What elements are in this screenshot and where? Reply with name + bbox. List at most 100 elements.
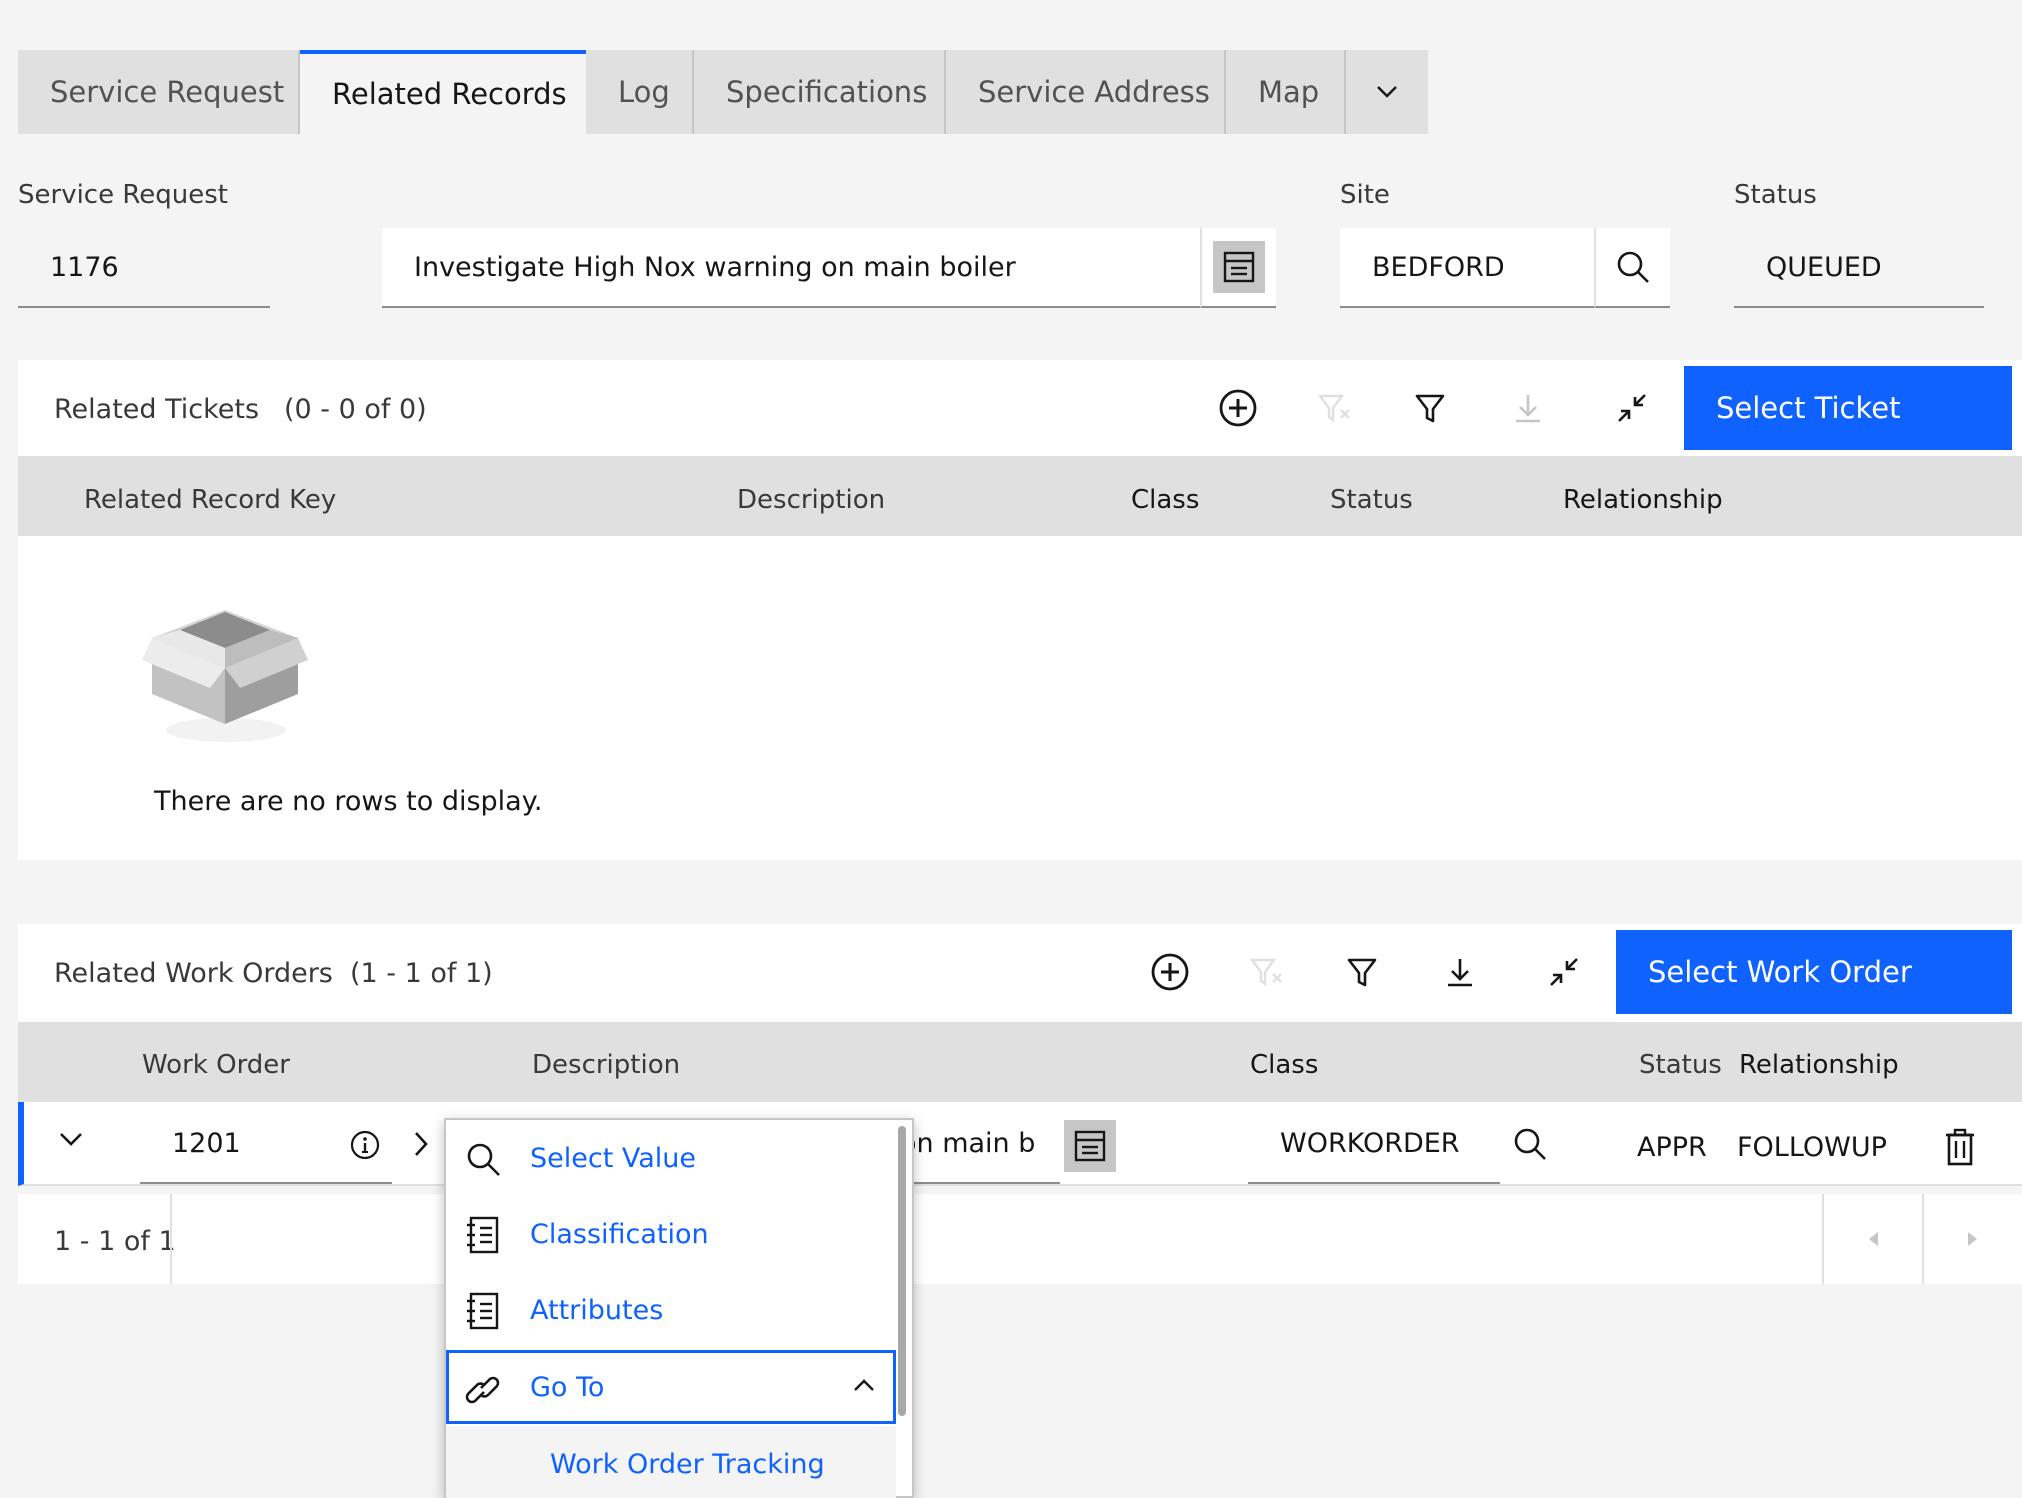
site-value: BEDFORD	[1372, 251, 1505, 283]
search-icon	[467, 1143, 500, 1176]
tab-label: Related Records	[332, 77, 567, 111]
column-work-order[interactable]: Work Order	[142, 1050, 290, 1080]
info-icon	[350, 1130, 380, 1160]
relationship-value: FOLLOWUP	[1737, 1132, 1887, 1163]
related-tickets-title: Related Tickets	[54, 394, 260, 425]
collapse-button[interactable]	[1534, 942, 1594, 1002]
site-search-button[interactable]	[1594, 228, 1670, 308]
submenu-item-work-order-tracking[interactable]: Work Order Tracking	[446, 1426, 896, 1498]
description-cell[interactable]: on main b	[900, 1104, 1060, 1184]
pagination-divider	[170, 1194, 172, 1284]
column-class[interactable]: Class	[1250, 1050, 1318, 1080]
tab-label: Specifications	[726, 75, 928, 109]
clear-filter-button[interactable]	[1304, 378, 1364, 438]
service-request-value: 1176	[50, 251, 119, 283]
previous-page-button[interactable]	[1822, 1194, 1922, 1284]
filter-icon	[1347, 958, 1377, 987]
column-description[interactable]: Description	[737, 485, 885, 515]
status-value: APPR	[1637, 1132, 1707, 1163]
link-icon	[465, 1376, 500, 1404]
description-value: on main b	[900, 1127, 1036, 1159]
description-field[interactable]: Investigate High Nox warning on main boi…	[382, 228, 1200, 308]
column-related-record-key[interactable]: Related Record Key	[84, 485, 336, 515]
menu-item-label: Go To	[530, 1371, 605, 1403]
chevron-up-icon	[854, 1379, 874, 1391]
filter-remove-icon	[1249, 958, 1282, 987]
collapse-button[interactable]	[1602, 378, 1662, 438]
column-class[interactable]: Class	[1131, 485, 1199, 515]
add-ticket-button[interactable]	[1208, 378, 1268, 438]
column-relationship[interactable]: Relationship	[1739, 1050, 1899, 1080]
column-relationship[interactable]: Relationship	[1563, 485, 1723, 515]
tab-service-request[interactable]: Service Request	[18, 50, 300, 134]
menu-item-attributes[interactable]: Attributes	[446, 1272, 896, 1348]
filter-button[interactable]	[1400, 378, 1460, 438]
minimize-icon	[1550, 958, 1578, 986]
clear-filter-button[interactable]	[1236, 942, 1296, 1002]
site-field[interactable]: BEDFORD	[1340, 228, 1594, 308]
tab-log[interactable]: Log	[586, 50, 694, 134]
filter-remove-icon	[1317, 394, 1350, 423]
context-menu: Select Value Classification Attributes G…	[444, 1118, 914, 1498]
download-icon	[1448, 959, 1472, 987]
long-description-button[interactable]	[1200, 228, 1276, 308]
tab-service-address[interactable]: Service Address	[946, 50, 1226, 134]
menu-item-label: Attributes	[530, 1294, 664, 1326]
description-value: Investigate High Nox warning on main boi…	[414, 251, 1016, 283]
menu-item-classification[interactable]: Classification	[446, 1196, 896, 1272]
trash-icon	[1946, 1128, 1974, 1166]
info-button[interactable]	[350, 1130, 380, 1160]
site-label: Site	[1340, 180, 1390, 210]
long-description-button[interactable]	[1064, 1120, 1116, 1172]
column-status[interactable]: Status	[1639, 1050, 1722, 1080]
menu-open-button[interactable]	[412, 1130, 430, 1158]
status-field: QUEUED	[1734, 228, 1984, 308]
pagination-bar	[18, 1194, 2022, 1284]
list-icon	[467, 1292, 499, 1330]
tab-overflow-button[interactable]	[1346, 50, 1428, 134]
add-circle-icon	[1151, 953, 1189, 991]
expand-row-button[interactable]	[58, 1130, 84, 1148]
select-work-order-button[interactable]: Select Work Order	[1616, 930, 2012, 1014]
service-request-label: Service Request	[18, 180, 228, 210]
tab-label: Map	[1258, 75, 1320, 109]
related-work-orders-title: Related Work Orders	[54, 958, 333, 989]
empty-box-icon	[142, 610, 308, 742]
add-work-order-button[interactable]	[1140, 942, 1200, 1002]
tab-related-records[interactable]: Related Records	[300, 50, 586, 134]
chevron-right-icon	[415, 1132, 428, 1156]
class-value: WORKORDER	[1280, 1127, 1460, 1159]
caret-right-icon	[1968, 1232, 1977, 1246]
download-button[interactable]	[1498, 378, 1558, 438]
select-ticket-button[interactable]: Select Ticket	[1684, 366, 2012, 450]
column-status[interactable]: Status	[1330, 485, 1413, 515]
download-icon	[1516, 395, 1540, 423]
menu-scrollbar[interactable]	[898, 1126, 906, 1416]
download-button[interactable]	[1430, 942, 1490, 1002]
tab-specifications[interactable]: Specifications	[694, 50, 946, 134]
menu-item-label: Work Order Tracking	[550, 1448, 825, 1480]
column-description[interactable]: Description	[532, 1050, 680, 1080]
chevron-down-icon	[60, 1133, 82, 1146]
tab-label: Log	[618, 75, 670, 109]
select-ticket-label: Select Ticket	[1716, 391, 1901, 425]
service-request-field[interactable]: 1176	[18, 228, 270, 308]
menu-item-label: Select Value	[530, 1142, 697, 1174]
menu-item-label: Classification	[530, 1218, 709, 1250]
filter-button[interactable]	[1332, 942, 1392, 1002]
pagination-text: 1 - 1 of 1	[54, 1226, 176, 1257]
delete-row-button[interactable]	[1944, 1128, 1976, 1166]
tab-map[interactable]: Map	[1226, 50, 1346, 134]
minimize-icon	[1618, 394, 1646, 422]
select-work-order-label: Select Work Order	[1648, 955, 1912, 989]
details-icon	[1223, 251, 1255, 283]
next-page-button[interactable]	[1922, 1194, 2022, 1284]
menu-item-go-to[interactable]: Go To	[446, 1350, 896, 1424]
tab-label: Service Address	[978, 75, 1210, 109]
work-order-value: 1201	[172, 1127, 241, 1159]
menu-item-select-value[interactable]: Select Value	[446, 1120, 896, 1196]
add-circle-icon	[1219, 389, 1257, 427]
class-field[interactable]: WORKORDER	[1248, 1104, 1500, 1184]
list-icon	[467, 1216, 499, 1254]
class-search-button[interactable]	[1512, 1126, 1548, 1162]
